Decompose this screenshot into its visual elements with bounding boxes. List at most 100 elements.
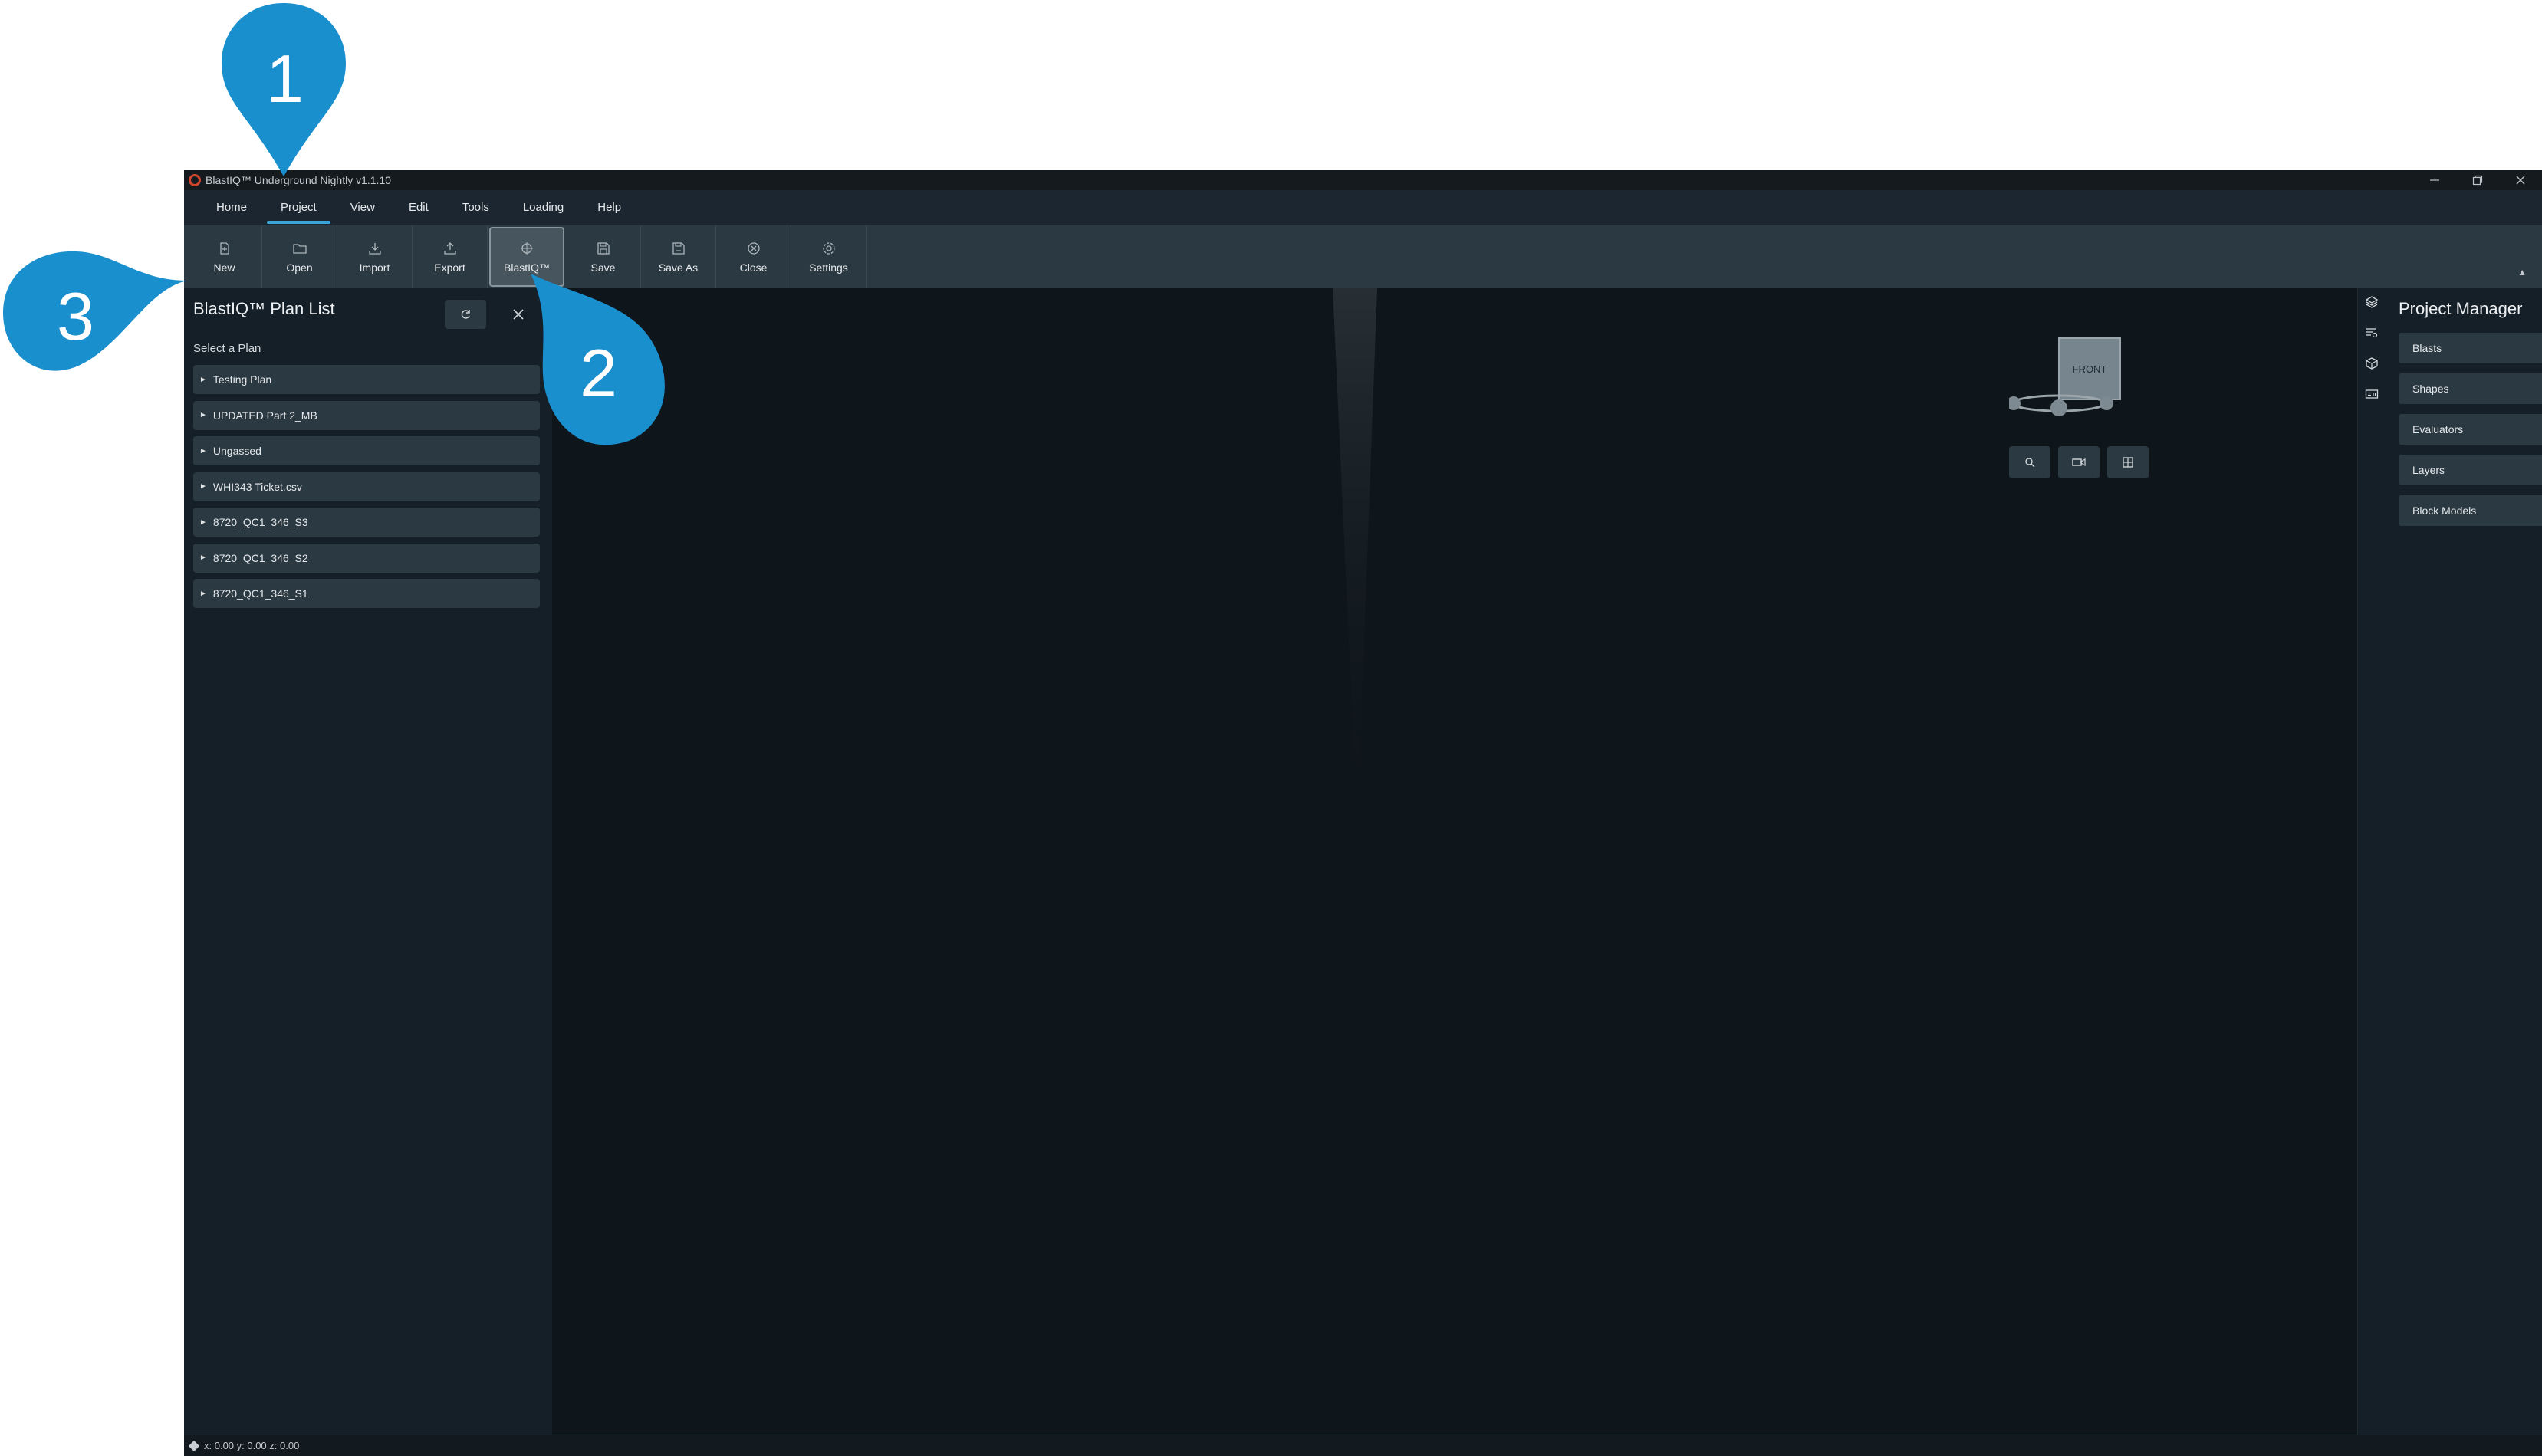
minimize-icon — [2430, 179, 2439, 181]
project-manager-panel: Project Manager Blasts Shapes Evaluators… — [2385, 288, 2542, 1435]
window-close-button[interactable] — [2499, 170, 2542, 190]
new-button[interactable]: New — [187, 225, 262, 288]
accordion-label: Blasts — [2412, 342, 2442, 354]
layers-icon[interactable] — [2364, 294, 2379, 310]
open-label: Open — [286, 261, 313, 274]
menu-bar: Home Project View Edit Tools Loading Hel… — [184, 190, 2542, 225]
menu-tools[interactable]: Tools — [446, 190, 506, 225]
accordion-blasts[interactable]: Blasts — [2399, 333, 2542, 363]
plan-item[interactable]: ► WHI343 Ticket.csv — [193, 472, 540, 501]
export-label: Export — [434, 261, 465, 274]
open-button[interactable]: Open — [262, 225, 337, 288]
plan-item[interactable]: ► UPDATED Part 2_MB — [193, 400, 540, 430]
close-icon — [2516, 176, 2525, 185]
app-logo-icon — [189, 174, 201, 186]
restore-icon — [2472, 175, 2483, 186]
folder-open-icon — [291, 240, 308, 257]
accordion-block-models[interactable]: Block Models — [2399, 495, 2542, 526]
status-bar: x: 0.00 y: 0.00 z: 0.00 — [184, 1435, 2542, 1456]
callout-3-number: 3 — [57, 278, 94, 354]
gear-icon — [820, 240, 837, 257]
zoom-button[interactable] — [2009, 446, 2050, 478]
callout-3-marker — [3, 251, 187, 371]
new-label: New — [213, 261, 235, 274]
expand-caret-icon: ► — [199, 482, 207, 491]
view-cube-face-label: FRONT — [2072, 363, 2107, 375]
save-as-icon — [670, 240, 687, 257]
menu-project[interactable]: Project — [264, 190, 334, 225]
close-circle-icon — [745, 240, 762, 257]
plan-item-label: WHI343 Ticket.csv — [212, 480, 302, 493]
minimize-button[interactable] — [2413, 170, 2456, 190]
expand-caret-icon: ► — [199, 375, 207, 384]
cube-icon[interactable] — [2364, 356, 2379, 371]
accordion-label: Layers — [2412, 464, 2445, 476]
accordion-evaluators[interactable]: Evaluators — [2399, 414, 2542, 445]
coordinate-icon — [188, 1440, 200, 1451]
accordion-label: Block Models — [2412, 505, 2477, 517]
plan-item-label: Testing Plan — [212, 373, 272, 386]
refresh-icon — [461, 310, 470, 319]
menu-loading[interactable]: Loading — [506, 190, 580, 225]
plan-item[interactable]: ► 8720_QC1_346_S2 — [193, 543, 540, 573]
menu-home[interactable]: Home — [199, 190, 264, 225]
export-icon — [442, 240, 459, 257]
import-button[interactable]: Import — [337, 225, 413, 288]
import-label: Import — [359, 261, 390, 274]
settings-button[interactable]: Settings — [791, 225, 867, 288]
close-panel-button[interactable] — [508, 304, 529, 325]
camera-button[interactable] — [2058, 446, 2100, 478]
restore-button[interactable] — [2456, 170, 2499, 190]
coordinate-readout: x: 0.00 y: 0.00 z: 0.00 — [204, 1440, 300, 1451]
window-controls — [2413, 170, 2542, 190]
plan-item-label: UPDATED Part 2_MB — [212, 409, 317, 422]
plan-item-label: 8720_QC1_346_S3 — [212, 516, 308, 528]
plan-item-label: Ungassed — [212, 445, 261, 457]
viewport-tools — [2009, 446, 2149, 478]
plan-list-title: BlastIQ™ Plan List — [193, 299, 335, 318]
plan-list: ► Testing Plan ► UPDATED Part 2_MB ► Ungass… — [193, 365, 540, 615]
accordion-shapes[interactable]: Shapes — [2399, 373, 2542, 404]
callout-1-number: 1 — [266, 41, 304, 117]
id-card-icon[interactable] — [2364, 386, 2379, 402]
filter-list-icon[interactable] — [2364, 325, 2379, 340]
screenshot-root: BlastIQ™ Underground Nightly v1.1.10 Hom… — [0, 0, 2542, 1456]
plan-item[interactable]: ► Ungassed — [193, 436, 540, 465]
3d-viewport[interactable]: FRONT — [552, 288, 2357, 1435]
plan-item-label: 8720_QC1_346_S1 — [212, 587, 308, 600]
blastiq-icon — [518, 240, 535, 257]
menu-view[interactable]: View — [334, 190, 392, 225]
plan-item[interactable]: ► 8720_QC1_346_S3 — [193, 508, 540, 537]
new-file-icon — [216, 240, 233, 257]
close-project-button[interactable]: Close — [716, 225, 791, 288]
accordion-layers[interactable]: Layers — [2399, 455, 2542, 485]
save-icon — [595, 240, 612, 257]
expand-caret-icon: ► — [199, 518, 207, 527]
select-plan-label: Select a Plan — [193, 342, 261, 355]
expand-caret-icon: ► — [199, 554, 207, 562]
plan-item[interactable]: ► 8720_QC1_346_S1 — [193, 579, 540, 608]
export-button[interactable]: Export — [413, 225, 488, 288]
plan-item-label: 8720_QC1_346_S2 — [212, 551, 308, 564]
orbit-control[interactable] — [2009, 386, 2139, 425]
settings-label: Settings — [809, 261, 848, 274]
collapse-ribbon-icon[interactable]: ▲ — [2517, 267, 2527, 278]
accordion-label: Shapes — [2412, 383, 2449, 395]
project-manager-title: Project Manager — [2399, 299, 2523, 318]
import-icon — [367, 240, 383, 257]
grid-icon — [2123, 457, 2133, 468]
expand-caret-icon: ► — [199, 446, 207, 455]
search-icon — [2025, 458, 2035, 468]
plan-item[interactable]: ► Testing Plan — [193, 365, 540, 394]
camera-icon — [2072, 458, 2086, 467]
expand-caret-icon: ► — [199, 589, 207, 598]
side-icon-strip — [2357, 288, 2385, 1435]
close-label: Close — [739, 261, 768, 274]
refresh-button[interactable] — [445, 300, 486, 329]
plan-list-panel: BlastIQ™ Plan List Select a Plan ► Testin… — [184, 288, 552, 1435]
callout-2-number: 2 — [580, 335, 617, 411]
grid-button[interactable] — [2107, 446, 2149, 478]
menu-edit[interactable]: Edit — [392, 190, 446, 225]
menu-help[interactable]: Help — [580, 190, 638, 225]
expand-caret-icon: ► — [199, 411, 207, 419]
